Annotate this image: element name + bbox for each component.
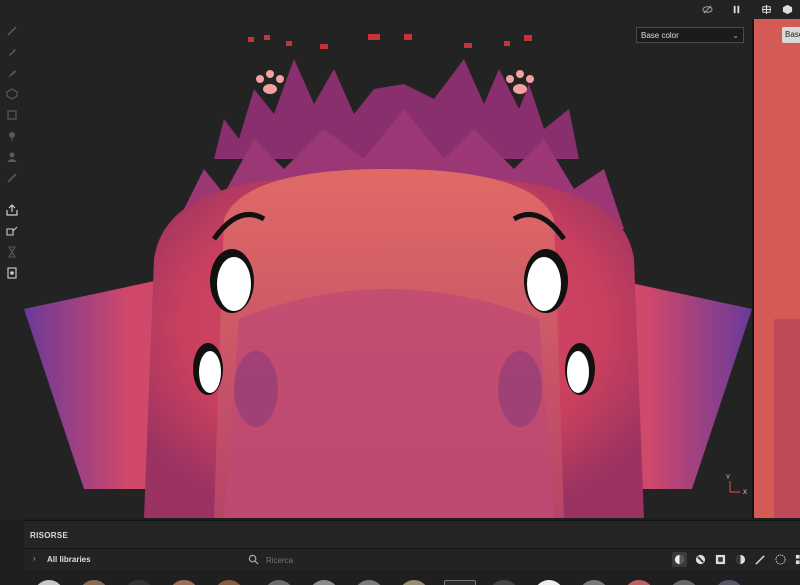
geometry-mask-icon[interactable] xyxy=(5,87,19,101)
asset-thumbnail[interactable] xyxy=(579,580,609,585)
secondary-channel-select[interactable]: Base xyxy=(782,27,800,43)
asset-thumbnail[interactable] xyxy=(309,580,339,585)
channel-select[interactable]: Base color ⌄ xyxy=(636,27,744,43)
materials-icon[interactable] xyxy=(693,552,708,567)
asset-thumbnail[interactable] xyxy=(624,580,654,585)
history-icon[interactable] xyxy=(5,245,19,259)
left-toolbar xyxy=(0,0,25,520)
brush-icon[interactable] xyxy=(5,24,19,38)
asset-thumbnail[interactable] xyxy=(399,580,429,585)
svg-text:X: X xyxy=(743,490,747,496)
eraser-icon[interactable] xyxy=(5,45,19,59)
projection-icon[interactable] xyxy=(5,66,19,80)
all-assets-icon[interactable] xyxy=(672,552,687,567)
chevron-down-icon: ⌄ xyxy=(732,31,739,40)
asset-thumbnail[interactable] xyxy=(264,580,294,585)
fill-icon[interactable] xyxy=(5,108,19,122)
asset-thumbnail[interactable] xyxy=(124,580,154,585)
smudge-icon[interactable] xyxy=(5,129,19,143)
asset-thumbnail[interactable] xyxy=(489,580,519,585)
bake-icon[interactable] xyxy=(5,203,19,217)
search-icon xyxy=(248,554,259,565)
panel-title: RISORSE xyxy=(30,531,69,540)
model-render: Y X xyxy=(24,34,752,518)
split-view-icon[interactable] xyxy=(759,3,773,16)
visibility-off-icon[interactable] xyxy=(700,3,714,16)
axis-gizmo: Y X xyxy=(726,475,747,496)
asset-thumbnail[interactable] xyxy=(354,580,384,585)
search-input[interactable] xyxy=(264,552,568,569)
asset-thumbnail[interactable] xyxy=(79,580,109,585)
brushes-icon[interactable] xyxy=(753,552,768,567)
pause-icon[interactable] xyxy=(729,3,743,16)
assets-toolbar: › All libraries xyxy=(24,548,800,571)
asset-thumbnail[interactable] xyxy=(444,580,476,585)
asset-thumbnail[interactable] xyxy=(669,580,699,585)
channel-select-label: Base color xyxy=(641,31,679,40)
asset-thumbnail[interactable] xyxy=(714,580,744,585)
asset-thumbnail[interactable] xyxy=(169,580,199,585)
top-bar xyxy=(24,0,800,20)
smart-materials-icon[interactable] xyxy=(713,552,728,567)
asset-thumbnail[interactable] xyxy=(214,580,244,585)
library-selector[interactable]: All libraries xyxy=(47,555,91,564)
document-icon[interactable] xyxy=(5,266,19,280)
asset-thumbnail[interactable] xyxy=(34,580,64,585)
uv-render xyxy=(754,19,800,518)
particles-icon[interactable] xyxy=(773,552,788,567)
more-icon[interactable] xyxy=(793,552,800,567)
asset-shelf xyxy=(24,570,800,585)
svg-text:Y: Y xyxy=(726,475,730,481)
asset-thumbnail[interactable] xyxy=(534,580,564,585)
export-icon[interactable] xyxy=(5,224,19,238)
masks-icon[interactable] xyxy=(733,552,748,567)
color-picker-icon[interactable] xyxy=(5,171,19,185)
3d-viewport[interactable]: Y X xyxy=(24,19,752,518)
cube-icon[interactable] xyxy=(780,3,794,16)
assets-panel-header: RISORSE xyxy=(24,520,800,549)
chevron-right-icon[interactable]: › xyxy=(33,554,36,563)
2d-viewport[interactable] xyxy=(754,19,800,518)
clone-icon[interactable] xyxy=(5,150,19,164)
